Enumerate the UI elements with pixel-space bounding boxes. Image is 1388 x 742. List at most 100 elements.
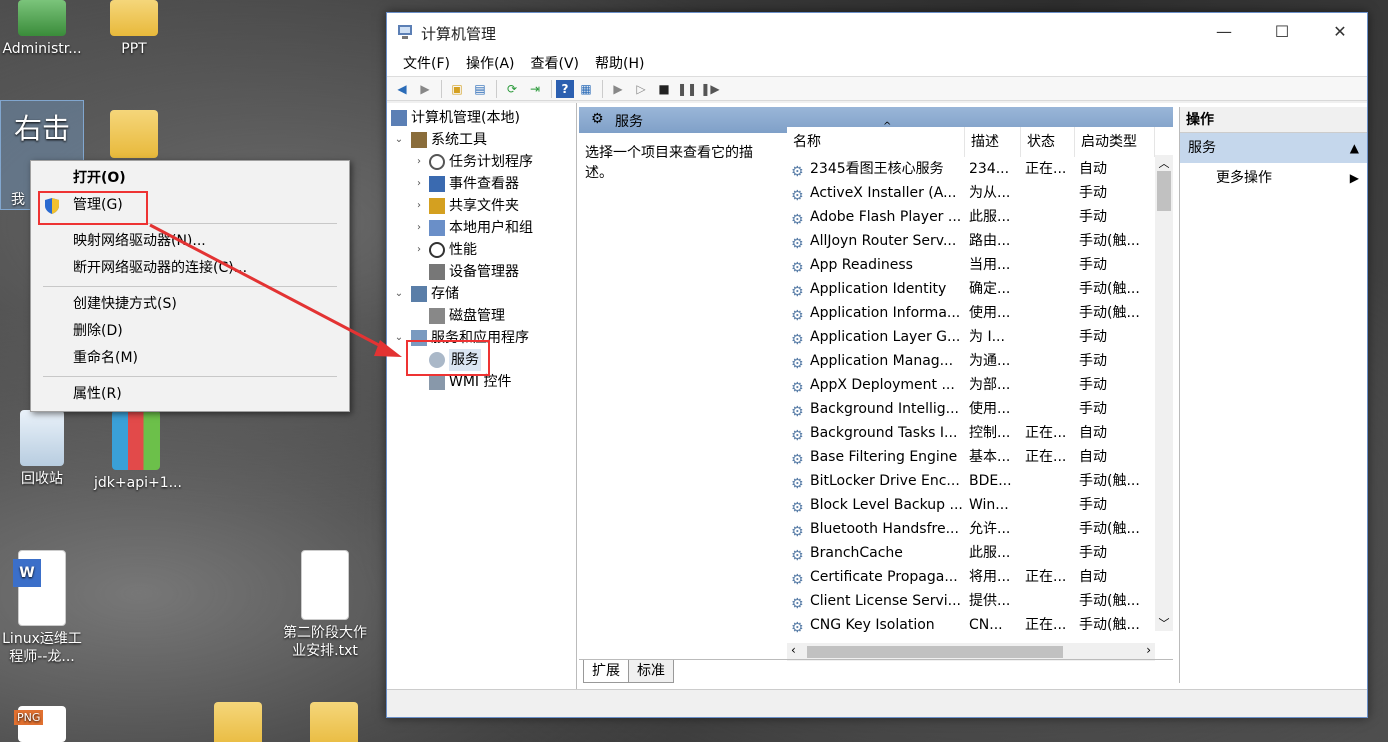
table-row[interactable]: ⚙ 2345看图王核心服务 234... 正在... 自动 xyxy=(787,157,1173,181)
menu-item-map-drive[interactable]: 映射网络驱动器(N)... xyxy=(31,228,349,255)
export-icon[interactable]: ⇥ xyxy=(524,79,546,99)
desktop-folder-partial[interactable] xyxy=(92,110,176,162)
table-row[interactable]: ⚙ BitLocker Drive Enc... BDE... 手动(触... xyxy=(787,469,1173,493)
chevron-right-icon[interactable]: › xyxy=(413,151,425,173)
menu-view[interactable]: 查看(V) xyxy=(523,51,588,76)
back-arrow-icon[interactable]: ◀ xyxy=(391,79,413,99)
table-row[interactable]: ⚙ Background Intellig... 使用... 手动 xyxy=(787,397,1173,421)
desktop-icon-ppt[interactable]: PPT xyxy=(92,0,176,58)
table-row[interactable]: ⚙ Client License Servi... 提供... 手动(触... xyxy=(787,589,1173,613)
menu-item-properties[interactable]: 属性(R) xyxy=(31,381,349,408)
tree-item-services[interactable]: 服务 xyxy=(387,349,576,371)
service-startup-cell: 手动 xyxy=(1079,209,1107,225)
menu-item-rename[interactable]: 重命名(M) xyxy=(31,345,349,372)
tree-item-event-viewer[interactable]: › 事件查看器 xyxy=(387,173,576,195)
table-row[interactable]: ⚙ Base Filtering Engine 基本... 正在... 自动 xyxy=(787,445,1173,469)
menu-item-delete[interactable]: 删除(D) xyxy=(31,318,349,345)
scroll-right-icon[interactable]: › xyxy=(1146,643,1151,657)
column-name[interactable]: 名称 xyxy=(787,127,965,157)
menu-action[interactable]: 操作(A) xyxy=(458,51,523,76)
up-folder-icon[interactable]: ▣ xyxy=(446,79,468,99)
table-row[interactable]: ⚙ Application Informa... 使用... 手动(触... xyxy=(787,301,1173,325)
service-name: Application Identity xyxy=(810,281,947,297)
tree-item-device-manager[interactable]: 设备管理器 xyxy=(387,261,576,283)
table-row[interactable]: ⚙ CNG Key Isolation CN... 正在... 手动(触... xyxy=(787,613,1173,637)
desktop-icon-jdk[interactable]: jdk+api+1... xyxy=(94,410,182,492)
performance-icon xyxy=(429,242,445,258)
tree-item-local-users[interactable]: › 本地用户和组 xyxy=(387,217,576,239)
column-startup-type[interactable]: 启动类型 xyxy=(1075,127,1155,157)
tab-extended[interactable]: 扩展 xyxy=(583,660,629,683)
chevron-right-icon[interactable]: › xyxy=(413,217,425,239)
minimize-button[interactable]: — xyxy=(1195,13,1253,51)
chevron-right-icon[interactable]: › xyxy=(413,195,425,217)
table-row[interactable]: ⚙ Bluetooth Handsfre... 允许... 手动(触... xyxy=(787,517,1173,541)
tree-item-task-scheduler[interactable]: › 任务计划程序 xyxy=(387,151,576,173)
chevron-down-icon[interactable]: ⌄ xyxy=(393,327,405,349)
more-actions-item[interactable]: 更多操作 ▶ xyxy=(1180,163,1367,193)
desktop-icon-linux-doc[interactable]: W Linux运维工程师--龙... xyxy=(0,550,84,666)
table-row[interactable]: ⚙ AppX Deployment ... 为部... 手动 xyxy=(787,373,1173,397)
tree-item-shared-folders[interactable]: › 共享文件夹 xyxy=(387,195,576,217)
properties-icon[interactable]: ▦ xyxy=(575,79,597,99)
stop-service-icon[interactable]: ■ xyxy=(653,79,675,99)
refresh-icon[interactable]: ⟳ xyxy=(501,79,523,99)
table-row[interactable]: ⚙ Adobe Flash Player ... 此服... 手动 xyxy=(787,205,1173,229)
forward-arrow-icon[interactable]: ▶ xyxy=(414,79,436,99)
scroll-thumb[interactable] xyxy=(1157,171,1171,211)
table-row[interactable]: ⚙ AllJoyn Router Serv... 路由... 手动(触... xyxy=(787,229,1173,253)
vertical-scrollbar[interactable]: ︿ ﹀ xyxy=(1155,155,1173,631)
start-service-icon[interactable]: ▶ xyxy=(607,79,629,99)
tree-item-disk-management[interactable]: 磁盘管理 xyxy=(387,305,576,327)
tree-item-system-tools[interactable]: ⌄ 系统工具 xyxy=(387,129,576,151)
chevron-down-icon[interactable]: ⌄ xyxy=(393,129,405,151)
start-service-alt-icon[interactable]: ▷ xyxy=(630,79,652,99)
desktop-folder-bottom-2[interactable] xyxy=(292,702,376,742)
tree-item-wmi[interactable]: WMI 控件 xyxy=(387,371,576,393)
tree-item-storage[interactable]: ⌄ 存储 xyxy=(387,283,576,305)
tab-standard[interactable]: 标准 xyxy=(628,660,674,683)
show-hide-tree-icon[interactable]: ▤ xyxy=(469,79,491,99)
scroll-up-icon[interactable]: ︿ xyxy=(1155,155,1173,171)
restart-service-icon[interactable]: ❚▶ xyxy=(699,79,721,99)
table-row[interactable]: ⚙ BranchCache 此服... 手动 xyxy=(787,541,1173,565)
desktop-icon-admin[interactable]: Administr... xyxy=(0,0,84,58)
maximize-button[interactable]: ☐ xyxy=(1253,13,1311,51)
column-status[interactable]: 状态 xyxy=(1021,127,1075,157)
menu-item-create-shortcut[interactable]: 创建快捷方式(S) xyxy=(31,291,349,318)
menu-item-manage[interactable]: 管理(G) xyxy=(31,192,349,219)
table-row[interactable]: ⚙ Block Level Backup ... Win... 手动 xyxy=(787,493,1173,517)
actions-section-services[interactable]: 服务 ▲ xyxy=(1180,133,1367,163)
close-button[interactable]: ✕ xyxy=(1311,13,1369,51)
help-icon[interactable]: ? xyxy=(556,79,574,98)
column-description[interactable]: 描述 xyxy=(965,127,1021,157)
desktop-icon-txt[interactable]: 第二阶段大作业安排.txt xyxy=(280,550,370,660)
table-row[interactable]: ⚙ Application Manag... 为通... 手动 xyxy=(787,349,1173,373)
desktop-folder-bottom-1[interactable] xyxy=(196,702,280,742)
tree-item-services-apps[interactable]: ⌄ 服务和应用程序 xyxy=(387,327,576,349)
chevron-down-icon[interactable]: ⌄ xyxy=(393,283,405,305)
services-apps-icon xyxy=(411,330,427,346)
table-row[interactable]: ⚙ App Readiness 当用... 手动 xyxy=(787,253,1173,277)
table-row[interactable]: ⚙ Certificate Propaga... 将用... 正在... 自动 xyxy=(787,565,1173,589)
pause-service-icon[interactable]: ❚❚ xyxy=(676,79,698,99)
tree-item-root[interactable]: 计算机管理(本地) xyxy=(387,107,576,129)
chevron-right-icon[interactable]: › xyxy=(413,239,425,261)
desktop-icon-recycle[interactable]: 回收站 xyxy=(0,410,84,488)
service-name: Background Tasks I... xyxy=(810,425,958,441)
scroll-left-icon[interactable]: ‹ xyxy=(791,643,796,657)
table-row[interactable]: ⚙ Background Tasks I... 控制... 正在... 自动 xyxy=(787,421,1173,445)
tree-item-performance[interactable]: › 性能 xyxy=(387,239,576,261)
menu-help[interactable]: 帮助(H) xyxy=(587,51,652,76)
scroll-down-icon[interactable]: ﹀ xyxy=(1155,615,1173,631)
table-row[interactable]: ⚙ Application Layer G... 为 I... 手动 xyxy=(787,325,1173,349)
table-row[interactable]: ⚙ ActiveX Installer (A... 为从... 手动 xyxy=(787,181,1173,205)
desktop-icon-png[interactable]: PNG xyxy=(0,706,84,742)
menu-file[interactable]: 文件(F) xyxy=(395,51,458,76)
chevron-right-icon[interactable]: › xyxy=(413,173,425,195)
menu-item-open[interactable]: 打开(O) xyxy=(31,165,349,192)
h-scroll-thumb[interactable] xyxy=(807,646,1063,658)
menu-item-disconnect-drive[interactable]: 断开网络驱动器的连接(C)... xyxy=(31,255,349,282)
collapse-up-icon[interactable]: ▲ xyxy=(1350,133,1359,163)
table-row[interactable]: ⚙ Application Identity 确定... 手动(触... xyxy=(787,277,1173,301)
